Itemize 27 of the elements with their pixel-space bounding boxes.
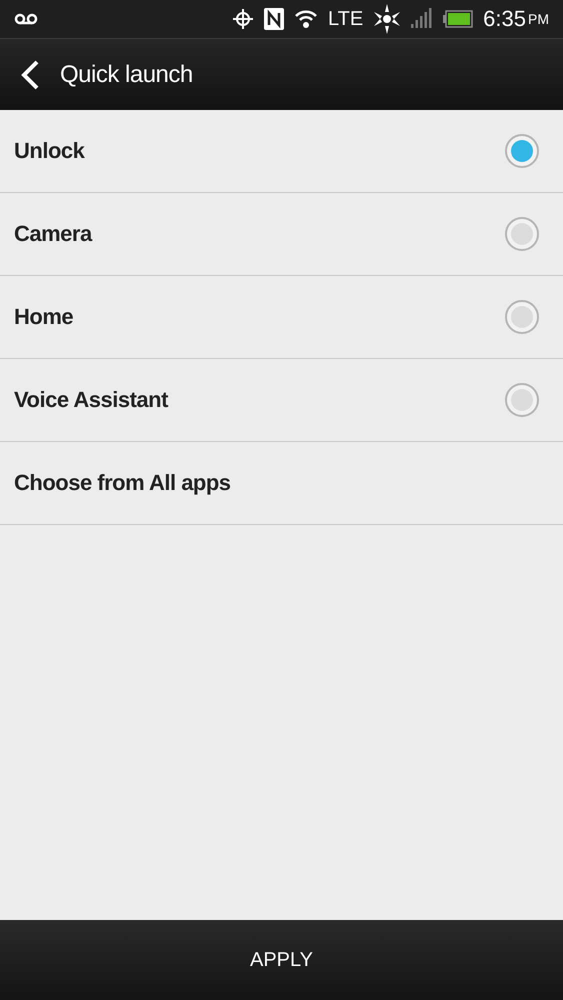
option-row[interactable]: Camera <box>0 193 563 276</box>
clock-meridiem: PM <box>528 11 549 27</box>
apply-button[interactable]: APPLY <box>0 920 563 1000</box>
radio-button[interactable] <box>505 134 539 168</box>
nfc-icon <box>264 8 284 30</box>
battery-icon <box>443 10 474 28</box>
option-row[interactable]: Home <box>0 276 563 359</box>
option-label: Choose from All apps <box>14 470 232 496</box>
location-icon <box>232 8 254 30</box>
radio-button[interactable] <box>505 300 539 334</box>
option-label: Camera <box>14 221 94 247</box>
wifi-icon <box>294 9 318 29</box>
radio-button[interactable] <box>505 217 539 251</box>
option-label: Unlock <box>14 138 86 164</box>
voicemail-icon <box>14 13 38 25</box>
network-type: LTE <box>328 8 364 30</box>
option-row[interactable]: Unlock <box>0 110 563 193</box>
option-row[interactable]: Choose from All apps <box>0 442 563 525</box>
radio-button[interactable] <box>505 383 539 417</box>
option-row[interactable]: Voice Assistant <box>0 359 563 442</box>
back-icon[interactable] <box>20 58 40 90</box>
clock-time: 6:35 <box>483 6 526 32</box>
option-label: Home <box>14 304 74 330</box>
signal-icon <box>411 8 434 30</box>
option-label: Voice Assistant <box>14 387 170 413</box>
screen-title: Quick launch <box>60 60 193 88</box>
sun-icon <box>373 3 402 35</box>
